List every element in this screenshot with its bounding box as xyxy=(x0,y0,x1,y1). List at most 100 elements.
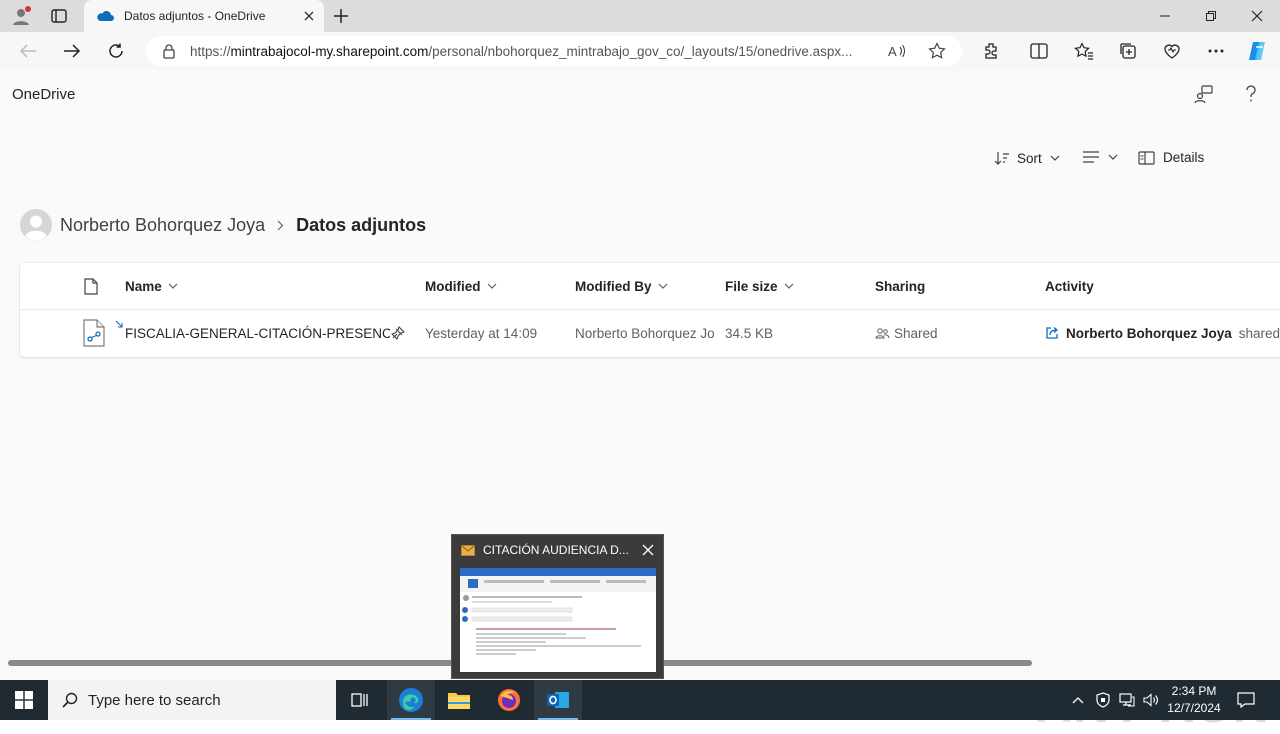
column-sharing-label: Sharing xyxy=(875,278,926,294)
show-hidden-icons-chevron-up-icon[interactable] xyxy=(1066,680,1090,720)
file-type-icon xyxy=(84,277,98,295)
windows-taskbar: Type here to search 2:34 PM 12/7/2024 xyxy=(0,680,1280,720)
more-options-icon[interactable] xyxy=(1200,36,1232,66)
browser-essentials-icon[interactable] xyxy=(1156,36,1188,66)
address-bar[interactable]: https://mintrabajocol-my.sharepoint.com/… xyxy=(146,36,962,66)
clock-date: 12/7/2024 xyxy=(1167,701,1221,715)
file-icon xyxy=(82,310,106,356)
file-name-link[interactable]: FISCALIA-GENERAL-CITACIÓN-PRESENCI... xyxy=(125,310,390,356)
activity-user[interactable]: Norberto Bohorquez Joya xyxy=(1066,326,1232,341)
taskbar-clock[interactable]: 2:34 PM 12/7/2024 xyxy=(1162,683,1226,717)
preview-title: CITACIÓN AUDIENCIA D... xyxy=(483,543,629,557)
breadcrumb: Norberto Bohorquez Joya Datos adjuntos xyxy=(20,208,426,242)
app-brand[interactable]: OneDrive xyxy=(12,86,75,103)
firefox-icon[interactable] xyxy=(485,680,533,720)
refresh-icon[interactable] xyxy=(100,36,132,66)
collections-icon[interactable] xyxy=(1112,36,1144,66)
column-modified-label: Modified xyxy=(425,278,481,294)
edge-taskbar-icon[interactable] xyxy=(387,680,435,720)
close-window-button[interactable] xyxy=(1234,0,1280,32)
favorites-icon[interactable] xyxy=(1068,36,1100,66)
url-text: https://mintrabajocol-my.sharepoint.com/… xyxy=(190,43,853,59)
taskbar-search-box[interactable]: Type here to search xyxy=(48,680,336,720)
file-type-header[interactable] xyxy=(84,263,98,309)
view-options-button[interactable] xyxy=(1082,150,1118,164)
split-screen-icon[interactable] xyxy=(1023,36,1055,66)
search-icon xyxy=(62,692,78,708)
favorite-star-icon[interactable] xyxy=(928,42,946,60)
search-placeholder: Type here to search xyxy=(88,691,221,709)
security-icon[interactable] xyxy=(1091,680,1115,720)
breadcrumb-current: Datos adjuntos xyxy=(296,214,427,235)
column-activity-label: Activity xyxy=(1045,278,1094,294)
chevron-right-icon xyxy=(277,220,284,231)
browser-titlebar: Datos adjuntos - OneDrive xyxy=(0,0,1280,32)
details-pane-icon xyxy=(1138,150,1155,165)
onedrive-cloud-icon xyxy=(96,10,114,22)
read-aloud-icon[interactable]: A xyxy=(888,43,906,59)
column-header-modified-by[interactable]: Modified By xyxy=(575,263,668,309)
file-modified-by: Norberto Bohorquez Jo xyxy=(575,325,715,341)
volume-icon[interactable] xyxy=(1139,680,1163,720)
sort-icon xyxy=(994,150,1010,166)
sync-status-icon[interactable] xyxy=(391,310,405,356)
details-button[interactable]: Details xyxy=(1138,150,1204,165)
start-button[interactable] xyxy=(0,680,48,720)
chevron-down-icon xyxy=(168,283,178,289)
taskbar-window-preview[interactable]: CITACIÓN AUDIENCIA D... xyxy=(451,534,664,679)
task-view-button[interactable] xyxy=(336,680,384,720)
profile-icon[interactable] xyxy=(10,5,32,27)
column-header-file-size[interactable]: File size xyxy=(725,263,794,309)
file-sharing-status[interactable]: Shared xyxy=(875,310,938,356)
details-label: Details xyxy=(1163,150,1205,165)
sort-button[interactable]: Sort xyxy=(994,150,1060,166)
help-icon[interactable] xyxy=(1243,84,1259,104)
new-tab-icon[interactable] xyxy=(332,7,350,25)
chevron-down-icon xyxy=(487,283,497,289)
browser-toolbar: https://mintrabajocol-my.sharepoint.com/… xyxy=(0,32,1280,70)
outlook-icon[interactable] xyxy=(534,680,582,720)
copilot-icon[interactable] xyxy=(1242,36,1274,66)
tab-actions-icon[interactable] xyxy=(50,7,68,25)
clock-time: 2:34 PM xyxy=(1171,684,1217,698)
chevron-down-icon xyxy=(658,283,668,289)
list-view-icon xyxy=(1082,150,1100,164)
network-icon[interactable] xyxy=(1115,680,1139,720)
column-header-sharing[interactable]: Sharing xyxy=(875,263,925,309)
column-header-activity[interactable]: Activity xyxy=(1045,263,1094,309)
sharing-label: Shared xyxy=(894,325,938,341)
notifications-icon[interactable] xyxy=(1226,680,1266,720)
lock-icon[interactable] xyxy=(162,43,176,59)
file-list: Name Modified Modified By File size Shar… xyxy=(20,263,1280,357)
minimize-button[interactable] xyxy=(1142,0,1188,32)
file-activity: Norberto Bohorquez Joya shared xyxy=(1045,310,1280,356)
column-header-name[interactable]: Name xyxy=(125,263,178,309)
shared-activity-icon xyxy=(1045,326,1059,340)
people-icon xyxy=(875,327,890,339)
chevron-down-icon xyxy=(1108,154,1118,160)
restore-button[interactable] xyxy=(1188,0,1234,32)
close-preview-icon[interactable] xyxy=(642,544,654,556)
breadcrumb-owner[interactable]: Norberto Bohorquez Joya xyxy=(60,215,265,236)
chevron-down-icon xyxy=(784,283,794,289)
file-explorer-icon[interactable] xyxy=(435,680,483,720)
column-header-modified[interactable]: Modified xyxy=(425,263,497,309)
forward-icon[interactable] xyxy=(56,36,88,66)
column-modified-by-label: Modified By xyxy=(575,278,652,294)
new-item-icon xyxy=(115,319,125,329)
share-people-icon[interactable] xyxy=(1194,84,1214,104)
activity-verb: shared xyxy=(1238,325,1280,341)
close-tab-icon[interactable] xyxy=(304,11,314,21)
chevron-down-icon xyxy=(1050,155,1060,161)
browser-tab-active[interactable]: Datos adjuntos - OneDrive xyxy=(84,0,324,32)
back-icon[interactable] xyxy=(12,36,44,66)
sort-label: Sort xyxy=(1017,150,1042,166)
column-name-label: Name xyxy=(125,278,162,294)
svg-text:A: A xyxy=(888,44,897,59)
tab-title: Datos adjuntos - OneDrive xyxy=(124,9,266,23)
preview-thumbnail xyxy=(460,568,656,672)
extensions-icon[interactable] xyxy=(975,36,1007,66)
avatar xyxy=(20,209,52,241)
column-file-size-label: File size xyxy=(725,278,778,294)
file-modified-date: Yesterday at 14:09 xyxy=(425,325,538,341)
